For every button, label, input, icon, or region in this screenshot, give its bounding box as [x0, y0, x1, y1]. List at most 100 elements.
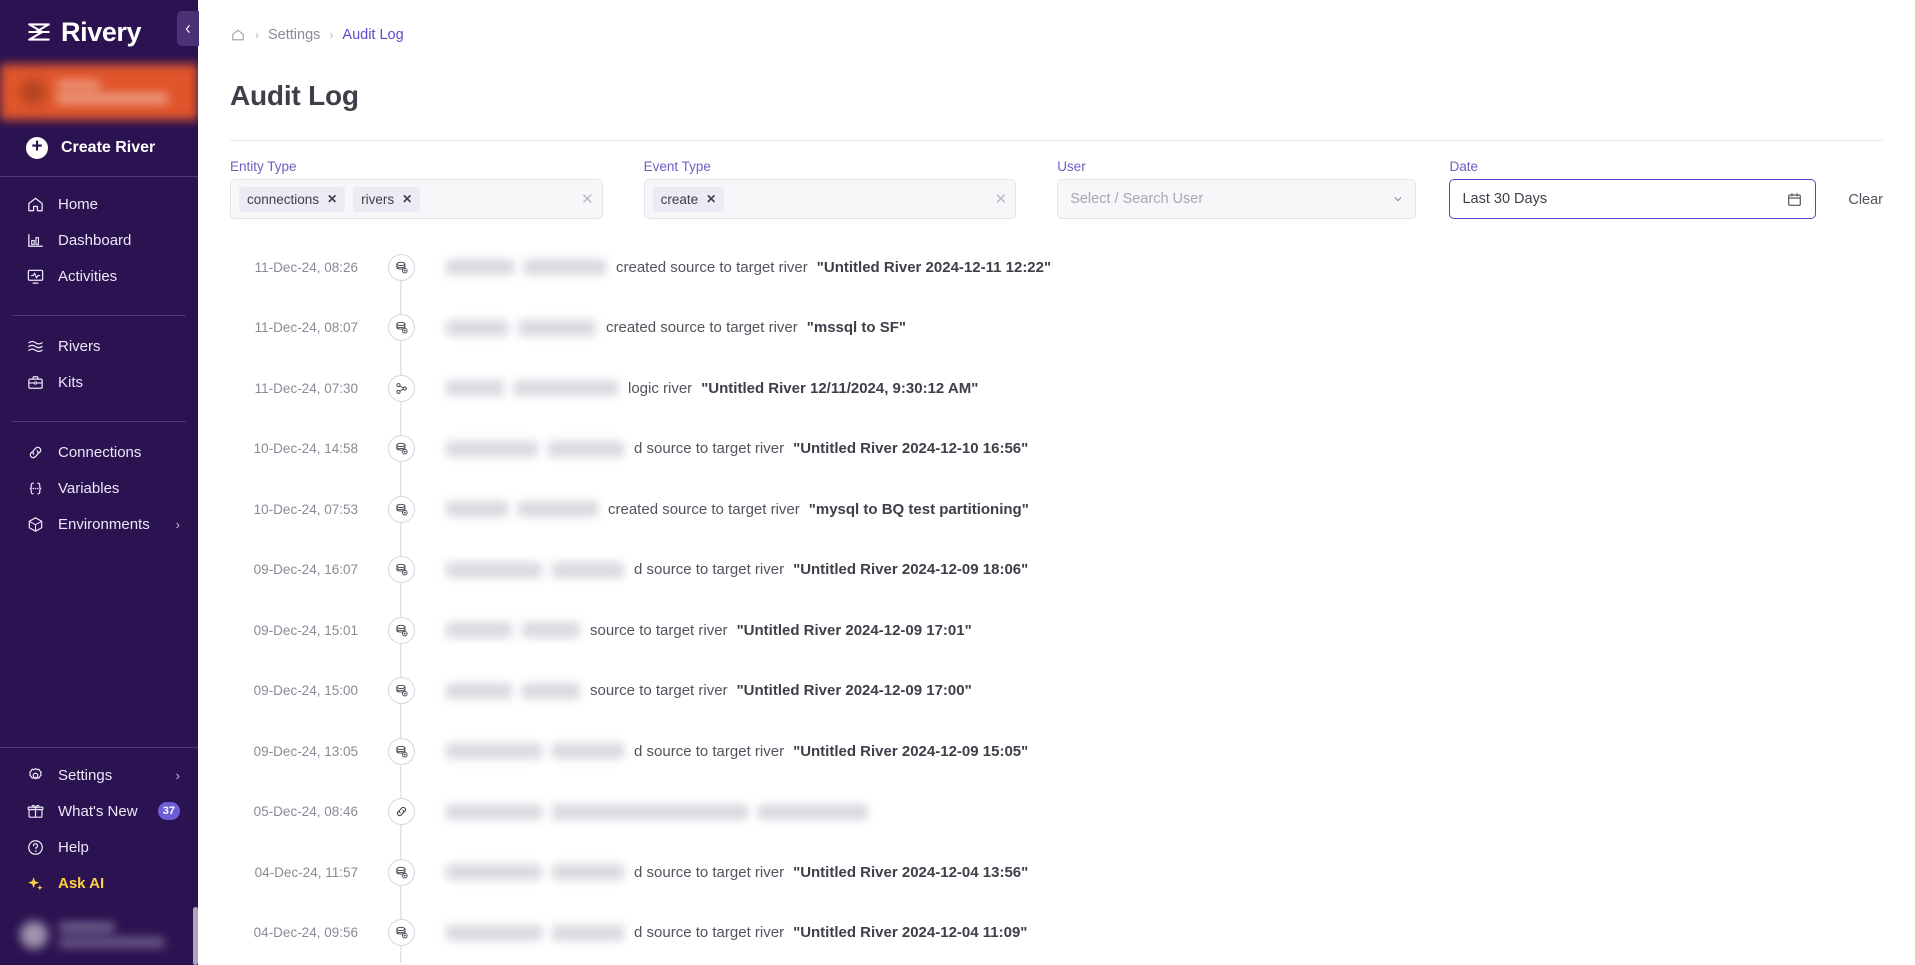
- audit-log-description: d source to target river "Untitled River …: [424, 864, 1915, 881]
- chip-remove-icon[interactable]: ✕: [327, 192, 337, 206]
- sidebar-item-connections[interactable]: Connections: [0, 434, 198, 470]
- actor-name-redacted: [446, 803, 542, 820]
- entity-type-chips: connections ✕ rivers ✕: [239, 186, 575, 212]
- breadcrumb-item-settings[interactable]: Settings: [268, 27, 320, 43]
- audit-log-action: logic river: [628, 379, 693, 397]
- user-select[interactable]: Select / Search User: [1057, 179, 1417, 219]
- sidebar-item-kits[interactable]: Kits: [0, 364, 198, 400]
- actor-name-redacted: [446, 864, 542, 881]
- sidebar-item-label: Ask AI: [58, 874, 105, 892]
- page-title: Audit Log: [230, 80, 359, 111]
- date-input[interactable]: Last 30 Days: [1449, 179, 1817, 219]
- audit-log-action: d source to target river: [634, 561, 785, 579]
- audit-log-row[interactable]: 09-Dec-24, 15:01 source to target river "U…: [198, 600, 1915, 661]
- audit-log-row[interactable]: 04-Dec-24, 11:57 d source to target river…: [198, 842, 1915, 903]
- timeline-node: [378, 660, 424, 721]
- bar-chart-icon: [28, 233, 43, 247]
- chip-connections[interactable]: connections ✕: [239, 186, 346, 212]
- audit-log-target: "mysql to BQ test partitioning": [808, 500, 1029, 518]
- sidebar-item-home[interactable]: Home: [0, 186, 198, 222]
- audit-log-timestamp: 11-Dec-24, 08:07: [254, 320, 358, 336]
- sidebar-item-environments[interactable]: Environments ›: [0, 506, 198, 542]
- entity-type-clear-icon[interactable]: ✕: [575, 190, 594, 208]
- audit-log-row[interactable]: 04-Dec-24, 09:56 d source to target river…: [198, 902, 1915, 963]
- audit-log-timestamp: 09-Dec-24, 15:01: [253, 622, 358, 638]
- audit-log-row[interactable]: 09-Dec-24, 16:07 d source to target river…: [198, 539, 1915, 600]
- plus-circle-icon: +: [26, 137, 48, 159]
- calendar-icon[interactable]: [1786, 191, 1803, 208]
- audit-log-row[interactable]: 09-Dec-24, 15:00 source to target river "U…: [198, 660, 1915, 721]
- whats-new-badge: 37: [157, 802, 180, 820]
- audit-log-row[interactable]: 11-Dec-24, 08:26 created source to target…: [198, 237, 1915, 298]
- sidebar-item-whats-new[interactable]: What's New 37: [0, 793, 198, 829]
- audit-log-row[interactable]: 10-Dec-24, 14:58 d source to target river…: [198, 418, 1915, 479]
- sidebar-item-settings[interactable]: Settings ›: [0, 757, 198, 793]
- audit-log-target: "Untitled River 2024-12-09 15:05": [793, 742, 1029, 760]
- user-profile-footer[interactable]: [0, 905, 198, 965]
- question-circle-icon: [28, 839, 43, 855]
- event-type-clear-icon[interactable]: ✕: [989, 190, 1008, 208]
- audit-log-action: d source to target river: [634, 924, 785, 942]
- audit-log-action: created source to target river: [616, 258, 808, 276]
- database-river-icon: [387, 495, 415, 523]
- audit-log-action: d source to target river: [634, 440, 785, 458]
- sidebar-bottom-group: Settings › What's New 37 Help Ask AI: [0, 748, 198, 905]
- chip-remove-icon[interactable]: ✕: [402, 192, 412, 206]
- actor-name-redacted: [446, 501, 508, 518]
- sidebar-item-label: Kits: [58, 373, 84, 391]
- user-filter: User Select / Search User: [1057, 159, 1417, 219]
- organization-banner[interactable]: [0, 64, 198, 120]
- chevron-right-icon: ›: [175, 516, 180, 532]
- audit-log-timestamp: 04-Dec-24, 09:56: [253, 925, 358, 941]
- audit-log-row[interactable]: 10-Dec-24, 07:53 created source to target…: [198, 479, 1915, 540]
- actor-detail-redacted: [552, 924, 624, 941]
- audit-log-timestamp: 05-Dec-24, 08:46: [253, 804, 358, 820]
- audit-log-description: d source to target river "Untitled River …: [424, 440, 1915, 457]
- actor-name-redacted: [446, 319, 508, 336]
- audit-log-row[interactable]: 11-Dec-24, 07:30 logic river "Untitled Riv…: [198, 358, 1915, 419]
- audit-log-timeline: 11-Dec-24, 08:26 created source to target…: [198, 237, 1915, 963]
- gift-icon: [27, 804, 44, 818]
- sidebar-collapse-button[interactable]: [177, 11, 199, 46]
- breadcrumb-item-audit-log[interactable]: Audit Log: [342, 27, 403, 43]
- audit-log-description: created source to target river "Untitled …: [424, 259, 1915, 276]
- entity-type-filter: Entity Type connections ✕ rivers ✕ ✕: [230, 159, 603, 219]
- curly-braces-icon: [29, 482, 42, 494]
- audit-log-row[interactable]: 09-Dec-24, 13:05 d source to target river…: [198, 721, 1915, 782]
- database-river-icon: [387, 314, 415, 342]
- clear-filters-button[interactable]: Clear: [1848, 192, 1883, 219]
- sidebar-item-label: Home: [58, 195, 99, 213]
- actor-detail-redacted: [518, 319, 596, 336]
- chip-label: connections: [247, 191, 320, 207]
- sidebar-item-rivers[interactable]: Rivers: [0, 328, 198, 364]
- audit-log-description: source to target river "Untitled River 20…: [424, 622, 1915, 639]
- sidebar: Rivery + Create River Home Dashboard Act…: [0, 0, 199, 965]
- audit-log-action: source to target river: [590, 682, 728, 700]
- chip-rivers[interactable]: rivers ✕: [353, 186, 421, 212]
- audit-log-description: d source to target river "Untitled River …: [424, 924, 1915, 941]
- sidebar-item-help[interactable]: Help: [0, 829, 198, 865]
- chip-create[interactable]: create ✕: [652, 186, 725, 212]
- audit-log-action: source to target river: [590, 621, 728, 639]
- actor-detail-redacted: [514, 380, 618, 397]
- sidebar-item-variables[interactable]: Variables: [0, 470, 198, 506]
- audit-log-target: "Untitled River 2024-12-11 12:22": [816, 258, 1052, 276]
- audit-log-description: created source to target river "mssql to …: [424, 319, 1915, 336]
- audit-log-row[interactable]: 11-Dec-24, 08:07 created source to target…: [198, 297, 1915, 358]
- audit-log-timestamp: 09-Dec-24, 13:05: [253, 743, 358, 759]
- sidebar-item-ask-ai[interactable]: Ask AI: [0, 865, 198, 901]
- brand[interactable]: Rivery: [0, 0, 198, 64]
- sidebar-item-activities[interactable]: Activities: [0, 258, 198, 294]
- audit-log-action: created source to target river: [608, 500, 800, 518]
- home-icon[interactable]: [230, 27, 246, 43]
- chip-remove-icon[interactable]: ✕: [706, 192, 716, 206]
- create-river-button[interactable]: + Create River: [0, 120, 198, 176]
- event-type-input[interactable]: create ✕ ✕: [643, 179, 1017, 219]
- sidebar-tertiary-group: Connections Variables Environments ›: [0, 434, 198, 551]
- chevron-down-icon[interactable]: [1393, 192, 1407, 206]
- audit-log-target: "Untitled River 2024-12-04 11:09": [793, 924, 1028, 942]
- audit-log-row[interactable]: 05-Dec-24, 08:46: [198, 781, 1915, 842]
- breadcrumb-separator: ›: [329, 28, 334, 42]
- entity-type-input[interactable]: connections ✕ rivers ✕ ✕: [230, 179, 603, 219]
- sidebar-item-dashboard[interactable]: Dashboard: [0, 222, 198, 258]
